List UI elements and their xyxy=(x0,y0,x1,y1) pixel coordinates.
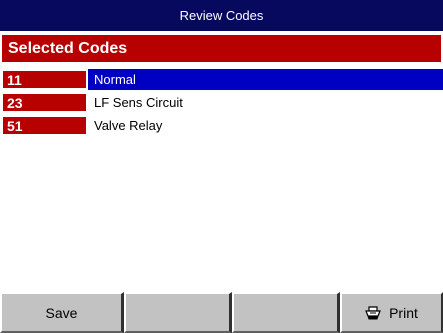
button-bar: Save Print xyxy=(0,292,443,333)
save-button-label: Save xyxy=(45,304,78,321)
code-description: Valve Relay xyxy=(94,118,163,133)
code-row-11[interactable]: 11 Normal xyxy=(0,69,443,90)
selected-codes-header: Selected Codes xyxy=(0,33,443,64)
code-row-23[interactable]: 23 LF Sens Circuit xyxy=(0,92,443,113)
title-bar: Review Codes xyxy=(0,0,443,33)
code-row-51[interactable]: 51 Valve Relay xyxy=(0,115,443,136)
section-title: Selected Codes xyxy=(8,39,128,57)
code-number: 23 xyxy=(0,92,88,113)
print-button[interactable]: Print xyxy=(340,292,443,333)
review-codes-window: Review Codes Selected Codes 11 Normal 23… xyxy=(0,0,443,333)
code-number: 11 xyxy=(0,69,88,90)
save-button[interactable]: Save xyxy=(0,292,124,333)
blank-button-2[interactable] xyxy=(232,292,340,333)
code-number: 51 xyxy=(0,115,88,136)
code-list: 11 Normal 23 LF Sens Circuit 51 Valve Re… xyxy=(0,69,443,138)
blank-button-1[interactable] xyxy=(124,292,232,333)
window-title: Review Codes xyxy=(179,8,264,23)
print-button-label: Print xyxy=(389,304,418,321)
printer-icon xyxy=(365,305,381,320)
code-description: Normal xyxy=(88,69,443,90)
code-description: LF Sens Circuit xyxy=(94,95,183,110)
